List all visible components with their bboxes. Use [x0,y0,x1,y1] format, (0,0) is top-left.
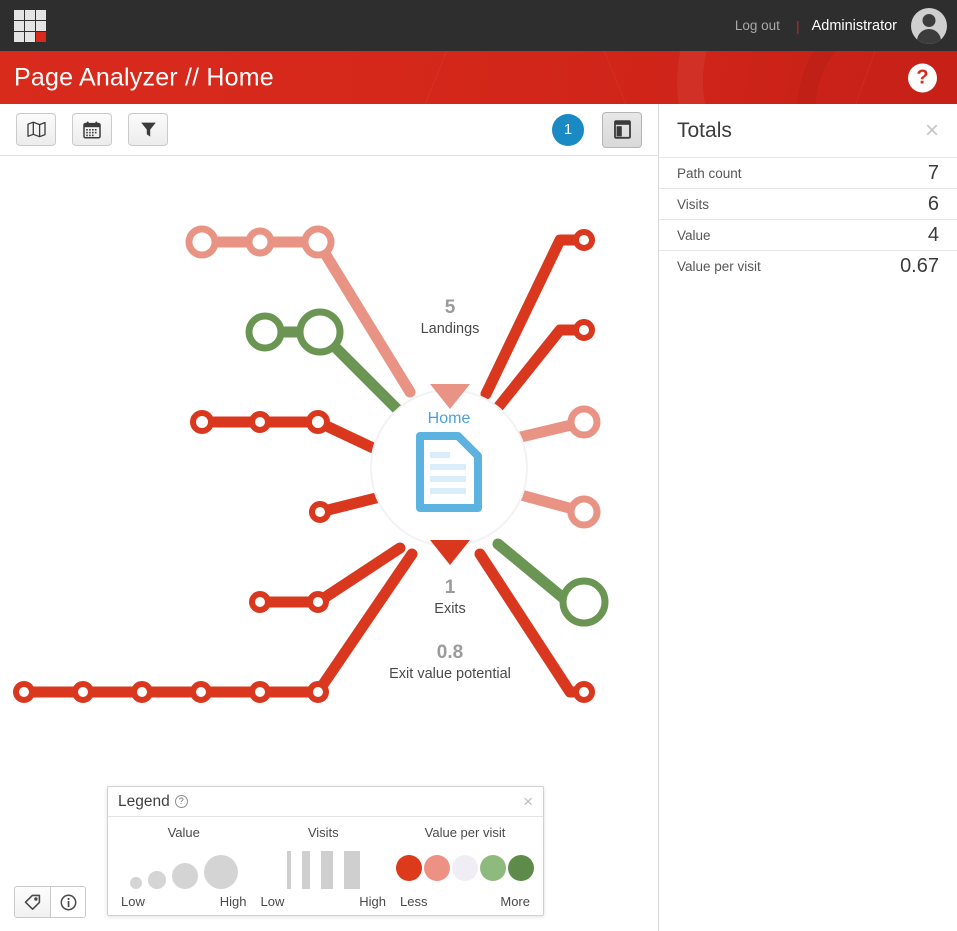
help-icon[interactable]: ? [908,63,937,92]
legend-less-label: Less [400,894,428,909]
panel-layout-icon [613,120,631,139]
path-branch-inbound-2 [190,410,396,462]
close-icon[interactable]: × [523,793,533,810]
logo-cell [36,9,46,20]
map-view-button[interactable] [16,113,56,146]
visits-bar [343,851,360,889]
value-per-visit-dot [424,855,450,881]
info-tab[interactable] [50,887,85,917]
legend-column-footer: Low High [257,894,391,909]
legend-body: Value Low High Visits Low High Value per… [108,817,543,909]
visits-bar [286,851,291,889]
page-banner: Page Analyzer // Home ? [0,51,957,104]
banner-decoration [407,51,454,104]
value-per-visit-dot [452,855,478,881]
exits-arrow-icon [430,540,470,565]
legend-column-header: Value per visit [424,825,506,840]
filter-button[interactable] [128,113,168,146]
totals-row-label: Value [677,227,711,243]
visits-thickness-scale [257,847,391,889]
toggle-side-panel-button[interactable] [602,111,642,148]
grid-logo-icon[interactable] [14,9,46,42]
topbar-user-area: Log out | Administrator [731,0,957,51]
totals-row-label: Value per visit [677,258,761,274]
calendar-icon [83,121,101,139]
legend-column-value: Value Low High [114,825,254,909]
help-icon[interactable]: ? [174,795,188,808]
totals-row: Value per visit 0.67 [659,250,957,281]
totals-row-label: Visits [677,196,710,212]
legend-title: Legend [118,792,170,810]
path-branch-outbound-4 [504,486,601,529]
map-icon [26,121,46,138]
legend-column-footer: Low High [117,894,251,909]
totals-row-value: 7 [927,161,939,184]
logo-cell [14,31,24,42]
totals-title: Totals [677,118,732,142]
value-circle [171,863,198,889]
legend-column-value-per-visit: Value per visit Less More [393,825,537,909]
totals-header: Totals × [659,104,957,157]
funnel-icon [140,122,156,137]
value-size-scale [117,847,251,889]
value-circle [147,871,166,889]
toolbar-right-group: 1 [552,111,658,148]
logo-cell [25,9,35,20]
path-branch-inbound-1 [185,225,416,398]
page-title: Page Analyzer // Home [14,63,274,91]
visits-bar [320,851,333,889]
close-icon[interactable]: × [925,118,939,143]
value-per-visit-dot [396,855,422,881]
logout-link[interactable]: Log out [731,18,784,33]
legend-panel: Legend ? × Value Low High Visits Low Hig… [107,786,544,916]
top-navigation-bar: Log out | Administrator [0,0,957,51]
logo-cell [14,9,24,20]
path-branch-inbound-4 [480,229,595,400]
document-icon [416,432,482,512]
diagram-toolbar: 1 [0,104,658,156]
value-circle [203,855,238,889]
tags-tab[interactable] [15,887,50,917]
totals-row-value: 0.67 [900,254,939,277]
legend-column-footer: Less More [396,894,534,909]
legend-header: Legend ? × [108,787,543,817]
totals-panel: Totals × Path count 7 Visits 6 Value 4 V… [658,104,957,931]
visits-bar [301,851,310,889]
value-per-visit-color-scale [396,847,534,889]
totals-row-label: Path count [677,165,742,181]
info-icon [60,894,76,910]
canvas-bottom-tabs [14,886,86,918]
value-per-visit-dot [508,855,534,881]
legend-high-label: High [219,894,247,909]
logo-cell-accent [36,31,46,42]
value-per-visit-dot [480,855,506,881]
legend-high-label: High [359,894,386,909]
banner-decoration [597,51,644,104]
totals-row: Visits 6 [659,188,957,219]
totals-row-value: 4 [927,223,939,246]
value-circle [129,877,142,889]
selection-count-badge[interactable]: 1 [552,113,584,146]
logo-cell [25,31,35,42]
logo-cell [14,20,24,31]
date-range-button[interactable] [72,113,112,146]
topbar-separator: | [795,17,800,34]
legend-column-header: Visits [307,825,339,840]
legend-more-label: More [500,894,530,909]
center-node-label[interactable]: Home [369,410,529,428]
legend-low-label: Low [121,894,145,909]
legend-low-label: Low [260,894,285,909]
user-avatar-icon[interactable] [911,7,947,44]
legend-column-visits: Visits Low High [254,825,394,909]
logo-cell [25,20,35,31]
totals-row-value: 6 [927,192,939,215]
totals-row: Path count 7 [659,157,957,188]
tag-icon [24,894,41,910]
totals-row: Value 4 [659,219,957,250]
current-user-name[interactable]: Administrator [812,18,897,34]
legend-column-header: Value [167,825,200,840]
logo-cell [36,20,46,31]
